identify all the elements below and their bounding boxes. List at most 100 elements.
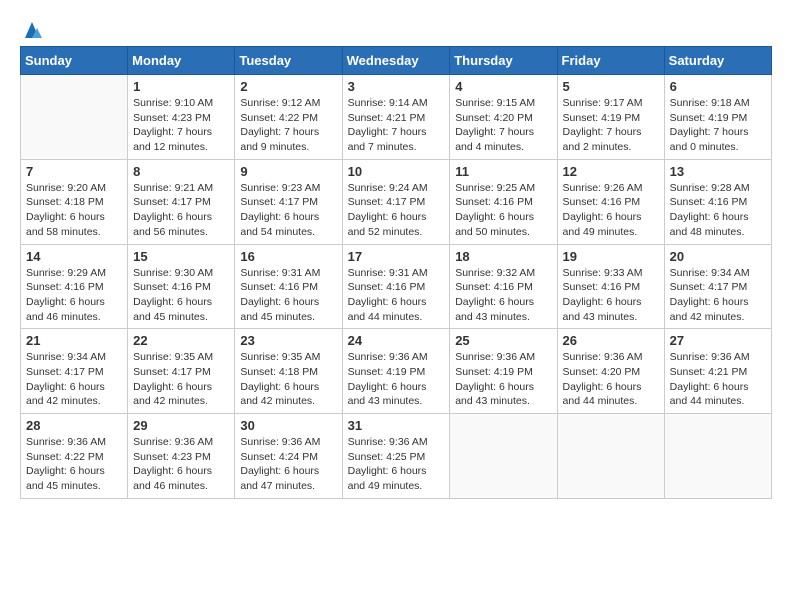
day-number: 18: [455, 249, 551, 264]
day-info: Sunrise: 9:17 AM Sunset: 4:19 PM Dayligh…: [563, 96, 659, 155]
calendar-cell: 21Sunrise: 9:34 AM Sunset: 4:17 PM Dayli…: [21, 329, 128, 414]
day-number: 24: [348, 333, 445, 348]
calendar-cell: 25 Sunrise: 9:36 AM Sunset: 4:19 PM Dayli…: [450, 329, 557, 414]
day-number: 1: [133, 79, 229, 94]
day-number: 7: [26, 164, 122, 179]
day-info: Sunrise: 9:32 AM Sunset: 4:16 PM Dayligh…: [455, 266, 551, 325]
logo-icon: [21, 20, 43, 40]
calendar-cell: 4 Sunrise: 9:15 AM Sunset: 4:20 PM Daylig…: [450, 75, 557, 160]
calendar-cell: 24 Sunrise: 9:36 AM Sunset: 4:19 PM Dayli…: [342, 329, 450, 414]
calendar-cell: 3Sunrise: 9:14 AM Sunset: 4:21 PM Daylig…: [342, 75, 450, 160]
day-number: 2: [240, 79, 336, 94]
day-info: Sunrise: 9:36 AM Sunset: 4:24 PM Dayligh…: [240, 435, 336, 494]
day-number: 6: [670, 79, 766, 94]
day-number: 10: [348, 164, 445, 179]
day-number: 13: [670, 164, 766, 179]
day-info: Sunrise: 9:28 AM Sunset: 4:16 PM Dayligh…: [670, 181, 766, 240]
day-info: Sunrise: 9:21 AM Sunset: 4:17 PM Dayligh…: [133, 181, 229, 240]
day-number: 22: [133, 333, 229, 348]
day-number: 31: [348, 418, 445, 433]
calendar-cell: 16Sunrise: 9:31 AM Sunset: 4:16 PM Dayli…: [235, 244, 342, 329]
day-number: 4: [455, 79, 551, 94]
calendar-cell: 12 Sunrise: 9:26 AM Sunset: 4:16 PM Dayli…: [557, 159, 664, 244]
day-info: Sunrise: 9:34 AM Sunset: 4:17 PM Dayligh…: [670, 266, 766, 325]
day-number: 3: [348, 79, 445, 94]
day-number: 29: [133, 418, 229, 433]
day-info: Sunrise: 9:36 AM Sunset: 4:19 PM Dayligh…: [455, 350, 551, 409]
day-number: 8: [133, 164, 229, 179]
day-info: Sunrise: 9:35 AM Sunset: 4:18 PM Dayligh…: [240, 350, 336, 409]
day-info: Sunrise: 9:23 AM Sunset: 4:17 PM Dayligh…: [240, 181, 336, 240]
day-info: Sunrise: 9:30 AM Sunset: 4:16 PM Dayligh…: [133, 266, 229, 325]
calendar-cell: 31Sunrise: 9:36 AM Sunset: 4:25 PM Dayli…: [342, 414, 450, 499]
day-info: Sunrise: 9:34 AM Sunset: 4:17 PM Dayligh…: [26, 350, 122, 409]
day-info: Sunrise: 9:31 AM Sunset: 4:16 PM Dayligh…: [348, 266, 445, 325]
day-number: 9: [240, 164, 336, 179]
calendar-cell: 6Sunrise: 9:18 AM Sunset: 4:19 PM Daylig…: [664, 75, 771, 160]
calendar-cell: 17 Sunrise: 9:31 AM Sunset: 4:16 PM Dayli…: [342, 244, 450, 329]
day-number: 17: [348, 249, 445, 264]
calendar-cell: [21, 75, 128, 160]
calendar-cell: 23 Sunrise: 9:35 AM Sunset: 4:18 PM Dayli…: [235, 329, 342, 414]
day-info: Sunrise: 9:24 AM Sunset: 4:17 PM Dayligh…: [348, 181, 445, 240]
calendar-cell: 26 Sunrise: 9:36 AM Sunset: 4:20 PM Dayli…: [557, 329, 664, 414]
week-row-4: 21Sunrise: 9:34 AM Sunset: 4:17 PM Dayli…: [21, 329, 772, 414]
calendar-cell: 20 Sunrise: 9:34 AM Sunset: 4:17 PM Dayli…: [664, 244, 771, 329]
week-row-5: 28 Sunrise: 9:36 AM Sunset: 4:22 PM Dayli…: [21, 414, 772, 499]
header-sunday: Sunday: [21, 47, 128, 75]
day-number: 14: [26, 249, 122, 264]
day-info: Sunrise: 9:36 AM Sunset: 4:20 PM Dayligh…: [563, 350, 659, 409]
day-info: Sunrise: 9:12 AM Sunset: 4:22 PM Dayligh…: [240, 96, 336, 155]
week-row-3: 14 Sunrise: 9:29 AM Sunset: 4:16 PM Dayli…: [21, 244, 772, 329]
calendar-cell: 27 Sunrise: 9:36 AM Sunset: 4:21 PM Dayli…: [664, 329, 771, 414]
day-number: 19: [563, 249, 659, 264]
calendar-cell: 15Sunrise: 9:30 AM Sunset: 4:16 PM Dayli…: [128, 244, 235, 329]
day-info: Sunrise: 9:36 AM Sunset: 4:22 PM Dayligh…: [26, 435, 122, 494]
week-row-1: 1 Sunrise: 9:10 AM Sunset: 4:23 PM Daylig…: [21, 75, 772, 160]
calendar-cell: 10 Sunrise: 9:24 AM Sunset: 4:17 PM Dayli…: [342, 159, 450, 244]
calendar-cell: [557, 414, 664, 499]
header-thursday: Thursday: [450, 47, 557, 75]
calendar-cell: 13 Sunrise: 9:28 AM Sunset: 4:16 PM Dayli…: [664, 159, 771, 244]
day-number: 28: [26, 418, 122, 433]
week-row-2: 7 Sunrise: 9:20 AM Sunset: 4:18 PM Daylig…: [21, 159, 772, 244]
calendar-cell: 30 Sunrise: 9:36 AM Sunset: 4:24 PM Dayli…: [235, 414, 342, 499]
day-info: Sunrise: 9:26 AM Sunset: 4:16 PM Dayligh…: [563, 181, 659, 240]
day-number: 25: [455, 333, 551, 348]
day-info: Sunrise: 9:31 AM Sunset: 4:16 PM Dayligh…: [240, 266, 336, 325]
day-info: Sunrise: 9:33 AM Sunset: 4:16 PM Dayligh…: [563, 266, 659, 325]
day-number: 23: [240, 333, 336, 348]
day-number: 5: [563, 79, 659, 94]
day-number: 27: [670, 333, 766, 348]
header-tuesday: Tuesday: [235, 47, 342, 75]
calendar-cell: 28 Sunrise: 9:36 AM Sunset: 4:22 PM Dayli…: [21, 414, 128, 499]
calendar-cell: [664, 414, 771, 499]
day-info: Sunrise: 9:25 AM Sunset: 4:16 PM Dayligh…: [455, 181, 551, 240]
day-number: 20: [670, 249, 766, 264]
header-wednesday: Wednesday: [342, 47, 450, 75]
header-monday: Monday: [128, 47, 235, 75]
day-info: Sunrise: 9:36 AM Sunset: 4:19 PM Dayligh…: [348, 350, 445, 409]
day-number: 26: [563, 333, 659, 348]
day-info: Sunrise: 9:29 AM Sunset: 4:16 PM Dayligh…: [26, 266, 122, 325]
day-info: Sunrise: 9:15 AM Sunset: 4:20 PM Dayligh…: [455, 96, 551, 155]
day-info: Sunrise: 9:35 AM Sunset: 4:17 PM Dayligh…: [133, 350, 229, 409]
day-info: Sunrise: 9:36 AM Sunset: 4:23 PM Dayligh…: [133, 435, 229, 494]
calendar-cell: 18 Sunrise: 9:32 AM Sunset: 4:16 PM Dayli…: [450, 244, 557, 329]
calendar-cell: 1 Sunrise: 9:10 AM Sunset: 4:23 PM Daylig…: [128, 75, 235, 160]
day-number: 30: [240, 418, 336, 433]
logo: [20, 20, 44, 36]
calendar-cell: 22 Sunrise: 9:35 AM Sunset: 4:17 PM Dayli…: [128, 329, 235, 414]
calendar-cell: 29 Sunrise: 9:36 AM Sunset: 4:23 PM Dayli…: [128, 414, 235, 499]
calendar-cell: 7 Sunrise: 9:20 AM Sunset: 4:18 PM Daylig…: [21, 159, 128, 244]
calendar-cell: [450, 414, 557, 499]
header-friday: Friday: [557, 47, 664, 75]
header-saturday: Saturday: [664, 47, 771, 75]
calendar-cell: 9 Sunrise: 9:23 AM Sunset: 4:17 PM Daylig…: [235, 159, 342, 244]
day-info: Sunrise: 9:20 AM Sunset: 4:18 PM Dayligh…: [26, 181, 122, 240]
calendar-header-row: SundayMondayTuesdayWednesdayThursdayFrid…: [21, 47, 772, 75]
day-number: 12: [563, 164, 659, 179]
calendar-table: SundayMondayTuesdayWednesdayThursdayFrid…: [20, 46, 772, 499]
day-info: Sunrise: 9:10 AM Sunset: 4:23 PM Dayligh…: [133, 96, 229, 155]
day-info: Sunrise: 9:36 AM Sunset: 4:21 PM Dayligh…: [670, 350, 766, 409]
